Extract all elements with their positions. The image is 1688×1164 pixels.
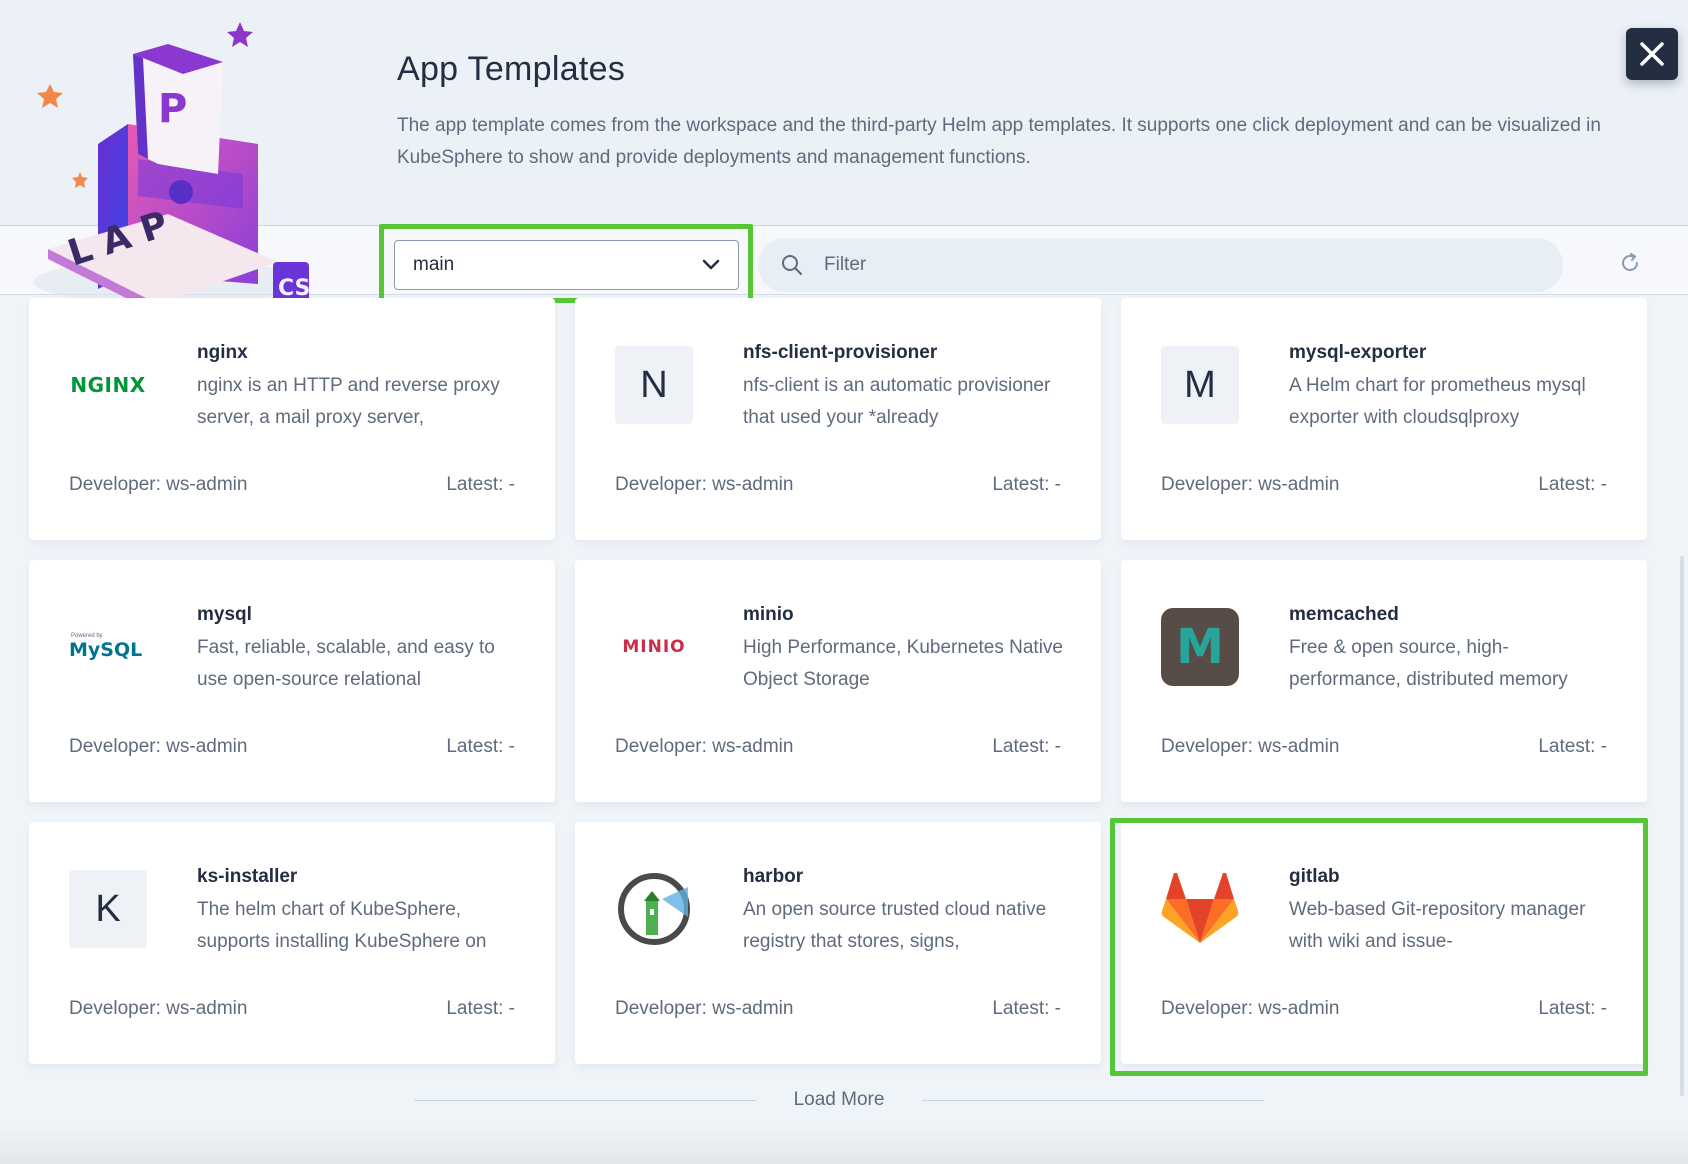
app-name: mysql <box>197 604 252 625</box>
mysql-logo-icon: Powered by MySQL <box>69 608 147 686</box>
minio-logo-icon: MINIO <box>615 608 693 686</box>
app-developer: Developer: ws-admin <box>69 736 248 757</box>
app-latest-version: Latest: - <box>1538 998 1607 1019</box>
letter-m-icon: M <box>1161 346 1239 424</box>
app-description: nginx is an HTTP and reverse proxy serve… <box>197 375 500 428</box>
app-description: Fast, reliable, scalable, and easy to us… <box>197 637 495 690</box>
divider-line <box>414 1099 756 1101</box>
app-latest-version: Latest: - <box>1538 736 1607 757</box>
repository-select-value: main <box>413 254 455 275</box>
app-description: Free & open source, high-performance, di… <box>1289 637 1568 690</box>
app-latest-version: Latest: - <box>1538 474 1607 495</box>
app-card-nfs-client-provisioner[interactable]: N nfs-client-provisioner nfs-client is a… <box>575 298 1101 540</box>
search-icon <box>782 255 803 276</box>
load-more-row: Load More <box>414 1088 1264 1112</box>
search-input[interactable] <box>824 254 1541 276</box>
app-template-grid: NGINX nginx nginx is an HTTP and reverse… <box>29 298 1647 1064</box>
refresh-button[interactable] <box>1615 248 1645 278</box>
close-icon <box>1640 42 1664 66</box>
minio-logo-text: MINIO <box>622 637 686 657</box>
app-card-ks-installer[interactable]: K ks-installer The helm chart of KubeSph… <box>29 822 555 1064</box>
load-more-button[interactable]: Load More <box>794 1089 885 1111</box>
app-description: nfs-client is an automatic provisioner t… <box>743 375 1051 428</box>
app-developer: Developer: ws-admin <box>615 474 794 495</box>
refresh-icon <box>1622 253 1638 271</box>
app-latest-version: Latest: - <box>446 474 515 495</box>
memcached-logo-text: M <box>1176 619 1224 675</box>
scrollbar[interactable] <box>1680 556 1684 1096</box>
app-name: memcached <box>1289 604 1399 625</box>
app-card-harbor[interactable]: harbor An open source trusted cloud nati… <box>575 822 1101 1064</box>
app-card-mysql-exporter[interactable]: M mysql-exporter A Helm chart for promet… <box>1121 298 1647 540</box>
page-title: App Templates <box>397 50 626 88</box>
app-name: mysql-exporter <box>1289 342 1427 363</box>
close-button[interactable] <box>1626 28 1678 80</box>
search-box[interactable] <box>758 238 1563 292</box>
app-name: minio <box>743 604 794 625</box>
chevron-down-icon <box>702 259 720 270</box>
app-description: High Performance, Kubernetes Native Obje… <box>743 637 1063 690</box>
app-description: A Helm chart for prometheus mysql export… <box>1289 375 1586 428</box>
app-description: An open source trusted cloud native regi… <box>743 899 1047 952</box>
app-name: nfs-client-provisioner <box>743 342 938 363</box>
app-developer: Developer: ws-admin <box>615 736 794 757</box>
app-developer: Developer: ws-admin <box>1161 474 1340 495</box>
app-name: harbor <box>743 866 804 887</box>
app-store-illustration-icon: P L A P CS <box>33 22 310 314</box>
nginx-logo-icon: NGINX <box>69 346 147 424</box>
app-developer: Developer: ws-admin <box>1161 736 1340 757</box>
app-latest-version: Latest: - <box>446 736 515 757</box>
letter-n-icon: N <box>615 346 693 424</box>
app-description: The helm chart of KubeSphere, supports i… <box>197 899 487 952</box>
app-latest-version: Latest: - <box>992 474 1061 495</box>
harbor-logo-icon <box>615 870 693 948</box>
app-card-minio[interactable]: MINIO minio High Performance, Kubernetes… <box>575 560 1101 802</box>
app-developer: Developer: ws-admin <box>69 998 248 1019</box>
gitlab-logo-icon <box>1161 870 1239 948</box>
divider-line <box>922 1099 1264 1101</box>
app-latest-version: Latest: - <box>446 998 515 1019</box>
letter-k-icon: K <box>69 870 147 948</box>
app-card-memcached[interactable]: M memcached Free & open source, high-per… <box>1121 560 1647 802</box>
app-latest-version: Latest: - <box>992 736 1061 757</box>
app-latest-version: Latest: - <box>992 998 1061 1019</box>
app-developer: Developer: ws-admin <box>69 474 248 495</box>
app-name: ks-installer <box>197 866 298 887</box>
app-description: Web-based Git-repository manager with wi… <box>1289 899 1586 952</box>
repository-select[interactable]: main <box>394 240 739 290</box>
app-card-mysql[interactable]: Powered by MySQL mysql Fast, reliable, s… <box>29 560 555 802</box>
app-name: nginx <box>197 342 248 363</box>
app-name: gitlab <box>1289 866 1340 887</box>
app-developer: Developer: ws-admin <box>615 998 794 1019</box>
memcached-logo-icon: M <box>1161 608 1239 686</box>
svg-text:P: P <box>158 86 187 132</box>
page-description: The app template comes from the workspac… <box>397 115 1601 168</box>
app-card-gitlab[interactable]: gitlab Web-based Git-repository manager … <box>1121 822 1647 1064</box>
app-developer: Developer: ws-admin <box>1161 998 1340 1019</box>
app-card-nginx[interactable]: NGINX nginx nginx is an HTTP and reverse… <box>29 298 555 540</box>
mysql-logo-text: MySQL <box>69 639 143 661</box>
nginx-logo-text: NGINX <box>70 373 146 397</box>
bottom-fade <box>0 1125 1688 1164</box>
